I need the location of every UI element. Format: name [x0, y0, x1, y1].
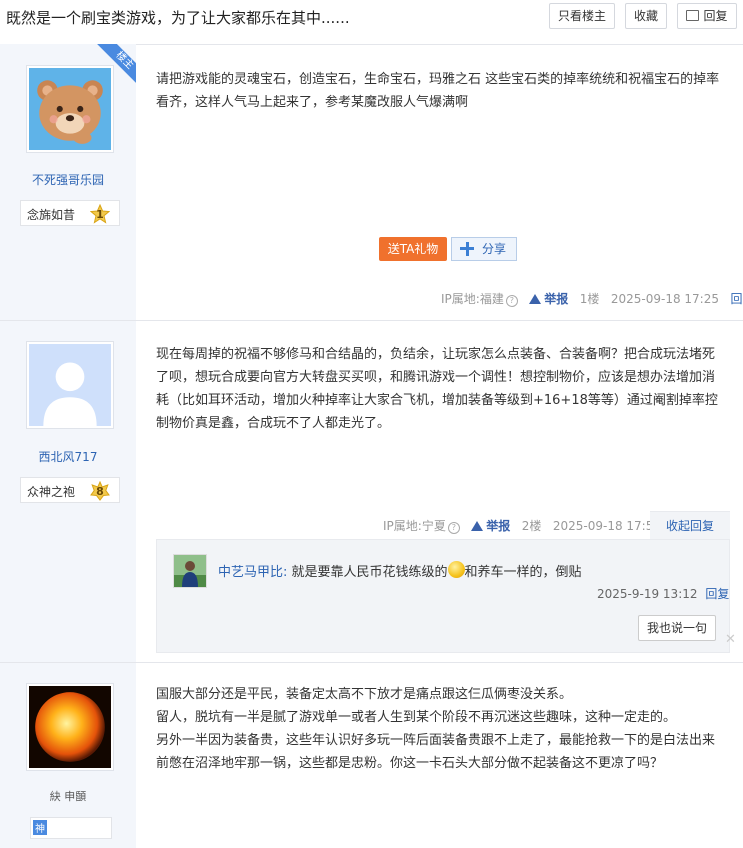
level-badge[interactable]: 神 [30, 817, 112, 839]
post-time: 2025-09-18 17:51 [552, 519, 661, 533]
reply-button[interactable]: 回复 [677, 3, 737, 29]
collapse-replies-tab[interactable]: 收起回复 [650, 511, 730, 540]
username-link[interactable]: 不死强哥乐园 [0, 171, 136, 188]
post-time: 2025-09-18 17:25 [610, 292, 719, 306]
badge-title: 众神之袍 [27, 485, 76, 499]
send-gift-button[interactable]: 送TA礼物 [379, 237, 447, 261]
say-something-button[interactable]: 我也说一句 [638, 615, 716, 641]
post-meta: IP属地:福建? 举报 1楼 2025-09-18 17:25 回复 [441, 290, 743, 307]
post-3: 䊽 申䫒 神 国服大部分还是平民，装备定太高不下放才是痛点跟这仨瓜俩枣没关系。 … [0, 663, 743, 848]
reply-button-label: 回复 [703, 9, 728, 23]
report-link[interactable]: 举报 [471, 519, 510, 533]
smiley-emoji-icon [447, 561, 465, 578]
level-star-icon: 8 [90, 481, 110, 501]
warning-icon [529, 294, 542, 304]
share-button[interactable]: 分享 [451, 237, 517, 261]
sub-reply-time: 2025-9-19 13:12 [597, 587, 698, 601]
avatar[interactable] [26, 683, 114, 771]
warning-icon [471, 521, 484, 531]
floor-number: 2楼 [521, 519, 542, 533]
level-badge[interactable]: 念旆如昔 1 [20, 200, 120, 226]
op-ribbon: 楼主 [96, 44, 136, 84]
only-op-button[interactable]: 只看楼主 [549, 3, 615, 29]
reply-link[interactable]: 回复 [730, 292, 743, 306]
share-plus-icon [460, 242, 474, 256]
post-content: 现在每周掉的祝福不够修马和合结晶的，负结余，让玩家怎么点装备、合装备啊？把合成玩… [156, 347, 718, 431]
comment-icon [686, 10, 700, 21]
post-content: 请把游戏能的灵魂宝石，创造宝石，生命宝石，玛雅之石 这些宝石类的掉率统统和祝福宝… [156, 72, 720, 110]
sun-avatar-image [29, 686, 111, 768]
favorite-button[interactable]: 收藏 [625, 3, 667, 29]
help-icon[interactable]: ? [447, 522, 460, 534]
level-badge[interactable]: 众神之袍 8 [20, 477, 120, 503]
badge-title: 念旆如昔 [27, 208, 76, 222]
username-link[interactable]: 䊽 申䫒 [0, 788, 136, 804]
player-photo-image [174, 555, 206, 587]
sub-reply-link[interactable]: 回复 [705, 587, 729, 601]
post-content: 国服大部分还是平民，装备定太高不下放才是痛点跟这仨瓜俩枣没关系。 留人，脱坑有一… [156, 683, 726, 775]
badge-title: 神 [33, 820, 47, 835]
ip-location: IP属地:福建 [441, 292, 504, 306]
sub-reply-box: 中艺马甲比: 就是要靠人民币花钱练级的 和养车一样的，倒贴 2025-9-19 1… [156, 539, 730, 653]
report-link[interactable]: 举报 [529, 292, 568, 306]
sub-reply-username[interactable]: 中艺马甲比: [218, 565, 287, 580]
sub-reply-meta: 2025-9-19 13:12 回复 [597, 585, 729, 602]
avatar[interactable] [26, 341, 114, 429]
content-line-1: 国服大部分还是平民，装备定太高不下放才是痛点跟这仨瓜俩枣没关系。 [156, 687, 573, 702]
level-star-icon: 1 [90, 204, 110, 224]
default-avatar-image [29, 344, 111, 426]
close-icon[interactable]: ✕ [725, 632, 736, 647]
post-meta: IP属地:宁夏? 举报 2楼 2025-09-18 17:51 [383, 517, 661, 534]
floor-number: 1楼 [579, 292, 600, 306]
sub-reply-avatar[interactable] [173, 554, 207, 588]
ip-location: IP属地:宁夏 [383, 519, 446, 533]
sub-reply-text: 中艺马甲比: 就是要靠人民币花钱练级的 和养车一样的，倒贴 [218, 561, 582, 580]
thread-title: 既然是一个刷宝类游戏，为了让大家都乐在其中...... [6, 9, 350, 27]
post-1: 楼主 不死强哥乐园 念旆如昔 1 请把游戏能的灵魂宝石，创造宝石，生命宝石，玛雅… [0, 44, 743, 321]
thread-header: 既然是一个刷宝类游戏，为了让大家都乐在其中...... 只看楼主 收藏 回复 [0, 0, 743, 45]
content-line-3: 另外一半因为装备贵，这些年认识好多玩一阵后面装备贵跟不上走了，最能抢救一下的是白… [156, 733, 716, 771]
help-icon[interactable]: ? [505, 295, 518, 307]
username-link[interactable]: 西北风717 [0, 448, 136, 465]
content-line-2: 留人，脱坑有一半是腻了游戏单一或者人生到某个阶段不再沉迷这些趣味，这种一定走的。 [156, 710, 677, 725]
